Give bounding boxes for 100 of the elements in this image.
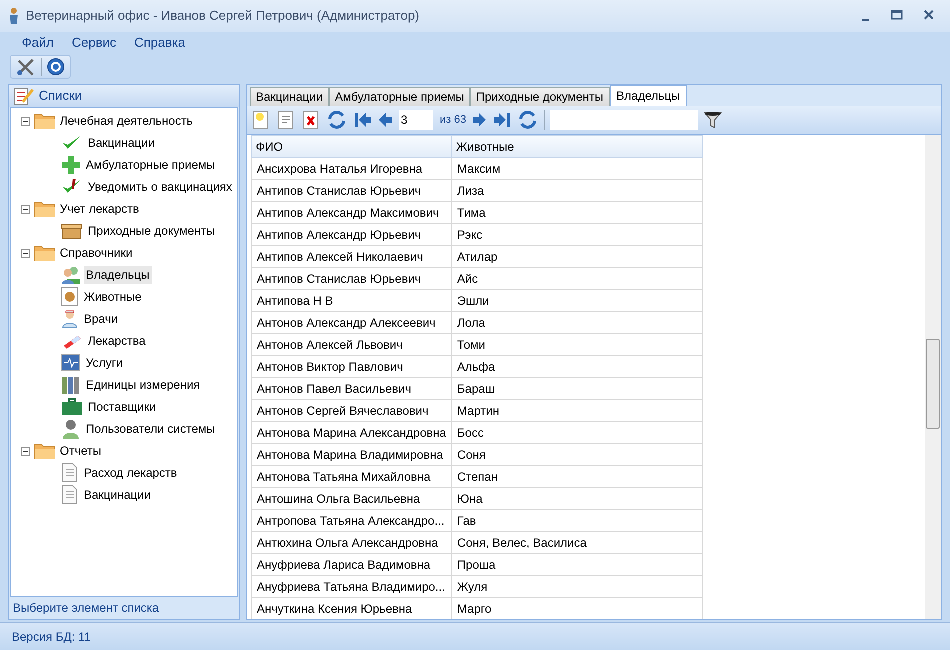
document-icon [61,485,79,505]
table-cell: Антипов Станислав Юрьевич [252,180,452,202]
table-cell: Альфа [452,356,702,378]
menu-item[interactable]: Сервис [72,33,116,53]
table-cell: Атилар [452,246,702,268]
column-header[interactable]: Животные [452,136,702,158]
folder-icon [34,200,56,218]
table-cell: Антонов Виктор Павлович [252,356,452,378]
doctor-icon [61,309,79,329]
table-cell: Антипов Александр Юрьевич [252,224,452,246]
tree-group[interactable]: Отчеты [60,442,102,460]
panel-title: Списки [39,87,82,106]
tab[interactable]: Приходные документы [470,87,610,106]
scrollbar[interactable] [925,135,941,619]
page-count: из 63 [440,112,466,128]
table-cell: Ануфриева Лариса Вадимовна [252,554,452,576]
refresh-icon[interactable] [326,110,348,130]
table-cell: Лиза [452,180,702,202]
table-cell: Айс [452,268,702,290]
edit-document-icon[interactable] [276,110,296,130]
table-cell: Антонов Алексей Львович [252,334,452,356]
table-cell: Босс [452,422,702,444]
table-cell: Соня [452,444,702,466]
table-cell: Антонова Татьяна Михайловна [252,466,452,488]
table-cell: Антипова Н В [252,290,452,312]
tree-group[interactable]: Лечебная деятельность [60,112,194,130]
table-cell: Антипов Алексей Николаевич [252,246,452,268]
delete-document-icon[interactable] [301,110,321,130]
tree-item[interactable]: Вакцинации [86,134,158,152]
first-page-icon[interactable] [353,111,373,129]
table-cell: Рэкс [452,224,702,246]
tree-item[interactable]: Поставщики [86,398,158,416]
tree-item[interactable]: Единицы измерения [84,376,202,394]
tab[interactable]: Амбулаторные приемы [329,87,470,106]
new-document-icon[interactable] [251,110,271,130]
table-cell: Гав [452,510,702,532]
tree-item[interactable]: Вакцинации [82,486,154,504]
table-cell: Проша [452,554,702,576]
table-cell: Анчуткина Ксения Юрьевна [252,598,452,619]
funnel-icon[interactable] [703,110,724,130]
table-cell: Ануфриева Татьяна Владимиро... [252,576,452,598]
page-field[interactable]: 3 [399,110,433,130]
plus-icon [61,155,81,175]
user-icon [61,419,81,439]
table-cell: Эшли [452,290,702,312]
tree-item[interactable]: Врачи [82,310,120,328]
binders-icon [61,375,81,395]
table-cell: Антонов Александр Алексеевич [252,312,452,334]
panel-hint: Выберите элемент списка [13,600,160,617]
tree-item[interactable]: Расход лекарств [82,464,180,482]
table-cell: Антипов Станислав Юрьевич [252,268,452,290]
table-cell: Максим [452,158,702,180]
menu-item[interactable]: Файл [22,33,54,53]
last-page-icon[interactable] [492,111,512,129]
table-cell: Ансихрова Наталья Игоревна [252,158,452,180]
tree-item[interactable]: Животные [82,288,144,306]
table-cell: Томи [452,334,702,356]
folder-icon [34,112,56,130]
table-cell: Лола [452,312,702,334]
table-cell: Антонова Марина Александровна [252,422,452,444]
table-cell: Антонов Сергей Вячеславович [252,400,452,422]
tree-item[interactable]: Владельцы [84,266,152,284]
tree-item[interactable]: Уведомить о вакцинациях [86,178,234,196]
checkmark-exclamation-icon [61,178,83,196]
window-title: Ветеринарный офис - Иванов Сергей Петрович (Администратор) [26,7,420,26]
briefcase-icon [61,398,83,416]
tree-group[interactable]: Справочники [60,244,133,262]
tree-item[interactable]: Приходные документы [86,222,218,240]
refresh-icon[interactable] [517,110,540,130]
tree-item[interactable]: Услуги [84,354,125,372]
table-cell: Антропова Татьяна Александро... [252,510,452,532]
collapse-toggle[interactable] [21,248,30,258]
tree-group[interactable]: Учет лекарств [60,200,140,218]
tree-item[interactable]: Лекарства [86,332,148,350]
menu-item[interactable]: Справка [134,33,186,53]
tab[interactable]: Владельцы [610,85,688,106]
tab[interactable]: Вакцинации [250,87,330,106]
pulse-monitor-icon [61,354,81,372]
column-header[interactable]: ФИО [252,136,452,158]
tree-item[interactable]: Амбулаторные приемы [84,156,218,174]
table-cell: Антонова Марина Владимировна [252,444,452,466]
tree-item[interactable]: Пользователи системы [84,420,218,438]
table-cell: Антюхина Ольга Александровна [252,532,452,554]
app-icon [8,7,20,25]
tools-icon[interactable] [15,57,37,77]
document-icon [61,463,79,483]
previous-page-icon[interactable] [378,111,394,129]
table-cell: Соня, Велес, Василиса [452,532,702,554]
status-text: Версия БД: 11 [12,628,92,646]
checkmark-icon [61,134,83,152]
collapse-toggle[interactable] [21,116,30,126]
collapse-toggle[interactable] [21,446,30,456]
table-cell: Жуля [452,576,702,598]
table-cell: Антипов Александр Максимович [252,202,452,224]
filter-field[interactable] [550,110,698,130]
table-cell: Антонов Павел Васильевич [252,378,452,400]
table-cell: Мартин [452,400,702,422]
table-cell: Бараш [452,378,702,400]
collapse-toggle[interactable] [21,204,30,214]
next-page-icon[interactable] [471,111,488,129]
